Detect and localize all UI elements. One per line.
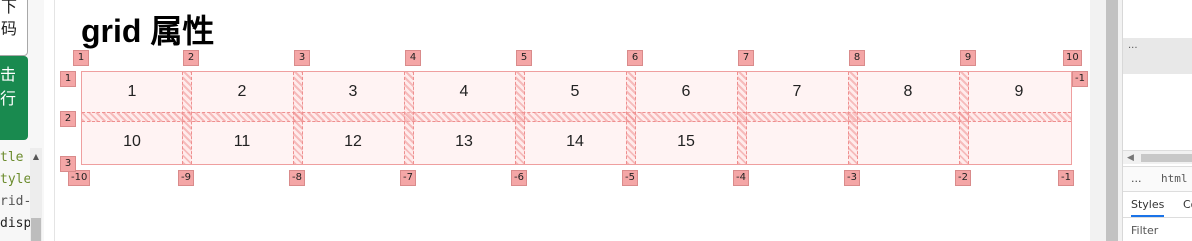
column-line-badge-top: 9 bbox=[960, 50, 976, 66]
column-line-badge-bottom: -1 bbox=[1058, 170, 1074, 186]
grid-item: 7 bbox=[792, 83, 802, 100]
column-line-badge-bottom: -3 bbox=[844, 170, 860, 186]
page-title: grid 属性 bbox=[81, 13, 215, 49]
code-editor-scrollbar[interactable]: ▲ bbox=[30, 148, 42, 241]
row-gap-overlay bbox=[82, 112, 1071, 122]
styles-filter-input[interactable]: Filter bbox=[1131, 224, 1158, 237]
column-line-badge-bottom: -5 bbox=[622, 170, 638, 186]
column-line-badge-bottom: -7 bbox=[400, 170, 416, 186]
column-line-badge-top: 5 bbox=[516, 50, 532, 66]
scroll-up-icon[interactable]: ▲ bbox=[30, 152, 42, 161]
devtools-panel: ... ◀ ... html Styles Co Filter bbox=[1122, 0, 1192, 241]
grid-item: 14 bbox=[566, 133, 584, 150]
code-editor-scroll-thumb[interactable] bbox=[31, 218, 41, 241]
grid-item: 5 bbox=[570, 83, 580, 100]
breadcrumb-html[interactable]: html bbox=[1161, 172, 1188, 185]
grid-container-overlay: 1 2 3 4 5 6 7 8 9 10 11 12 13 14 15 bbox=[81, 71, 1072, 165]
preview-scrollbar[interactable] bbox=[1090, 0, 1122, 241]
column-line-badge-top: 1 bbox=[73, 50, 89, 66]
column-line-badge-top: 10 bbox=[1063, 50, 1082, 66]
preview-pane: grid 属性 1 2 3 4 5 6 7 8 9 10 11 12 13 14 15 1234567891… bbox=[54, 0, 1090, 241]
column-gap-overlay bbox=[737, 72, 747, 164]
grid-item: 1 bbox=[127, 83, 137, 100]
run-button-label-line2: 行 bbox=[0, 89, 17, 108]
column-line-badge-bottom: -6 bbox=[511, 170, 527, 186]
column-gap-overlay bbox=[293, 72, 303, 164]
column-gap-overlay bbox=[182, 72, 192, 164]
grid-item: 11 bbox=[233, 133, 251, 150]
row-line-badge-left: 1 bbox=[60, 71, 76, 87]
column-gap-overlay bbox=[959, 72, 969, 164]
grid-item: 4 bbox=[459, 83, 469, 100]
row-line-badge-left: 2 bbox=[60, 111, 76, 127]
preview-scroll-thumb[interactable] bbox=[1106, 0, 1118, 241]
breadcrumb-more-icon[interactable]: ... bbox=[1131, 172, 1142, 185]
grid-item: 9 bbox=[1014, 83, 1024, 100]
run-button[interactable]: 击 行 bbox=[0, 56, 28, 140]
column-line-badge-top: 3 bbox=[294, 50, 310, 66]
run-button-label-line1: 击 bbox=[0, 65, 17, 84]
app-window: 下 码 击 行 tle tyle rid-disp ▲ grid 属性 123456… bbox=[0, 0, 1192, 241]
devtools-elements-area: ... bbox=[1123, 38, 1192, 74]
grid-item: 15 bbox=[677, 133, 695, 150]
column-line-badge-top: 6 bbox=[627, 50, 643, 66]
grid-item: 10 bbox=[123, 133, 141, 150]
scroll-left-icon[interactable]: ◀ bbox=[1127, 151, 1134, 165]
grid-item: 6 bbox=[681, 83, 691, 100]
code-line[interactable]: rid- bbox=[0, 192, 31, 212]
view-source-button-label-line1: 下 bbox=[1, 0, 18, 16]
row-line-badge-left: 3 bbox=[60, 156, 76, 172]
devtools-tabs: Styles Co bbox=[1123, 192, 1192, 218]
devtools-hscroll-thumb[interactable] bbox=[1141, 154, 1192, 162]
more-icon[interactable]: ... bbox=[1128, 40, 1138, 51]
column-gap-overlay bbox=[404, 72, 414, 164]
breadcrumb: ... html bbox=[1123, 166, 1192, 192]
devtools-hscrollbar[interactable]: ◀ bbox=[1123, 150, 1192, 164]
code-editor-pane: 下 码 击 行 tle tyle rid-disp ▲ bbox=[0, 0, 44, 241]
view-source-button-label-line2: 码 bbox=[1, 19, 18, 38]
code-line[interactable]: tle bbox=[0, 148, 23, 168]
column-line-badge-top: 2 bbox=[183, 50, 199, 66]
column-line-badge-top: 8 bbox=[849, 50, 865, 66]
column-line-badge-bottom: -2 bbox=[955, 170, 971, 186]
grid-item: 12 bbox=[344, 133, 362, 150]
column-line-badge-top: 7 bbox=[738, 50, 754, 66]
grid-item: 8 bbox=[903, 83, 913, 100]
column-line-badge-bottom: -10 bbox=[68, 170, 91, 186]
column-line-badge-bottom: -8 bbox=[289, 170, 305, 186]
grid-item: 3 bbox=[348, 83, 358, 100]
view-source-button[interactable]: 下 码 bbox=[0, 0, 28, 56]
grid-item: 13 bbox=[455, 133, 473, 150]
column-line-badge-top: 4 bbox=[405, 50, 421, 66]
column-gap-overlay bbox=[626, 72, 636, 164]
code-line[interactable]: tyle bbox=[0, 170, 31, 190]
column-line-badge-bottom: -9 bbox=[178, 170, 194, 186]
row-line-badge-right: -1 bbox=[1072, 71, 1088, 87]
column-gap-overlay bbox=[515, 72, 525, 164]
grid-item: 2 bbox=[237, 83, 247, 100]
tab-styles[interactable]: Styles bbox=[1131, 198, 1165, 217]
code-line[interactable]: disp bbox=[0, 214, 31, 234]
tab-computed[interactable]: Co bbox=[1183, 198, 1192, 211]
column-gap-overlay bbox=[848, 72, 858, 164]
column-line-badge-bottom: -4 bbox=[733, 170, 749, 186]
